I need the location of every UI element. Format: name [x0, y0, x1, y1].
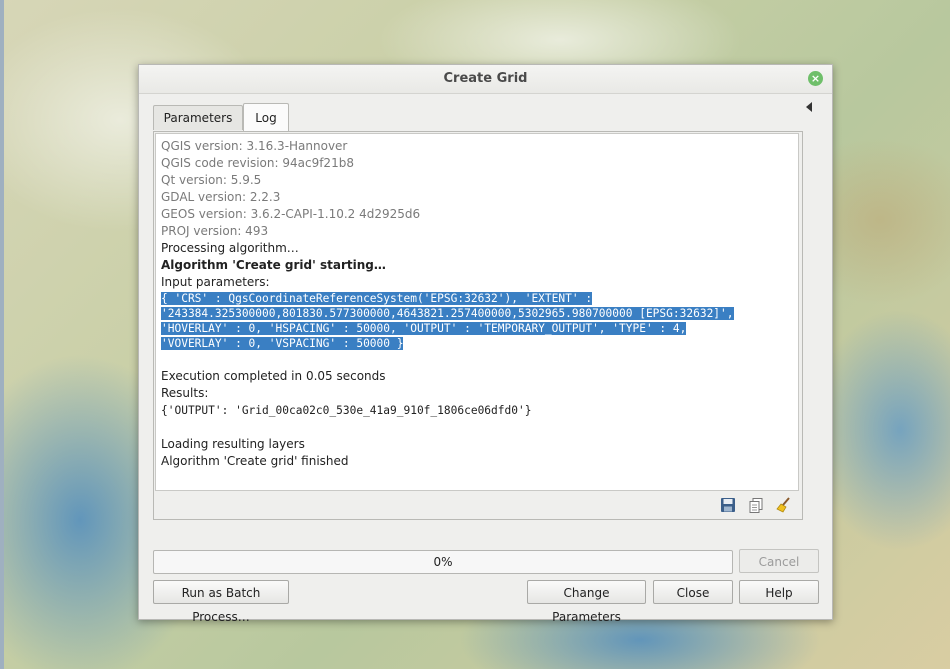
log-line: Qt version: 5.9.5 — [161, 173, 262, 187]
run-batch-button[interactable]: Run as Batch Process… — [153, 580, 289, 624]
collapse-panel-icon[interactable] — [806, 102, 812, 112]
close-icon[interactable]: × — [808, 71, 823, 86]
selected-text: '243384.325300000,801830.577300000,46438… — [161, 307, 734, 320]
selected-text: 'HOVERLAY' : 0, 'HSPACING' : 50000, 'OUT… — [161, 322, 687, 335]
log-line: Results: — [161, 386, 209, 400]
log-line-starting: Algorithm 'Create grid' starting… — [161, 258, 386, 272]
log-text-area[interactable]: QGIS version: 3.16.3-Hannover QGIS code … — [155, 133, 799, 491]
params-line: { 'CRS' : QgsCoordinateReferenceSystem('… — [161, 291, 798, 306]
params-line: '243384.325300000,801830.577300000,46438… — [161, 306, 798, 321]
log-toolbar — [712, 497, 792, 515]
progress-label: 0% — [433, 555, 453, 569]
progress-bar: 0% — [153, 550, 733, 574]
copy-log-icon[interactable] — [748, 497, 764, 513]
dialog-title: Create Grid — [443, 71, 528, 86]
log-line: Execution completed in 0.05 seconds — [161, 369, 386, 383]
dialog-titlebar[interactable]: Create Grid × — [139, 65, 832, 94]
log-tab-panel: QGIS version: 3.16.3-Hannover QGIS code … — [153, 131, 803, 520]
log-line: Algorithm 'Create grid' finished — [161, 454, 349, 468]
selected-text: 'VOVERLAY' : 0, 'VSPACING' : 50000 } — [161, 337, 404, 350]
params-line: 'VOVERLAY' : 0, 'VSPACING' : 50000 } — [161, 336, 798, 351]
close-button[interactable]: Close — [653, 580, 733, 604]
clear-log-icon[interactable] — [776, 497, 792, 513]
log-line: QGIS version: 3.16.3-Hannover — [161, 139, 348, 153]
log-line: Input parameters: — [161, 275, 270, 289]
change-parameters-button[interactable]: Change Parameters — [527, 580, 646, 624]
cancel-button[interactable]: Cancel — [739, 549, 819, 573]
log-line: GDAL version: 2.2.3 — [161, 190, 281, 204]
create-grid-dialog: Create Grid × Parameters Log QGIS versio… — [138, 64, 833, 624]
tab-log[interactable]: Log — [243, 103, 289, 132]
log-blank — [161, 351, 798, 368]
results-line: {'OUTPUT': 'Grid_00ca02c0_530e_41a9_910f… — [161, 404, 532, 417]
help-button[interactable]: Help — [739, 580, 819, 604]
save-log-icon[interactable] — [720, 497, 736, 513]
selected-text: { 'CRS' : QgsCoordinateReferenceSystem('… — [161, 292, 593, 305]
log-line: GEOS version: 3.6.2-CAPI-1.10.2 4d2925d6 — [161, 207, 421, 221]
log-line: Processing algorithm… — [161, 241, 299, 255]
params-line: 'HOVERLAY' : 0, 'HSPACING' : 50000, 'OUT… — [161, 321, 798, 336]
map-edge — [0, 0, 4, 669]
log-line: PROJ version: 493 — [161, 224, 269, 238]
log-line: QGIS code revision: 94ac9f21b8 — [161, 156, 354, 170]
tab-parameters[interactable]: Parameters — [153, 105, 243, 130]
log-blank — [161, 419, 798, 436]
log-line: Loading resulting layers — [161, 437, 305, 451]
